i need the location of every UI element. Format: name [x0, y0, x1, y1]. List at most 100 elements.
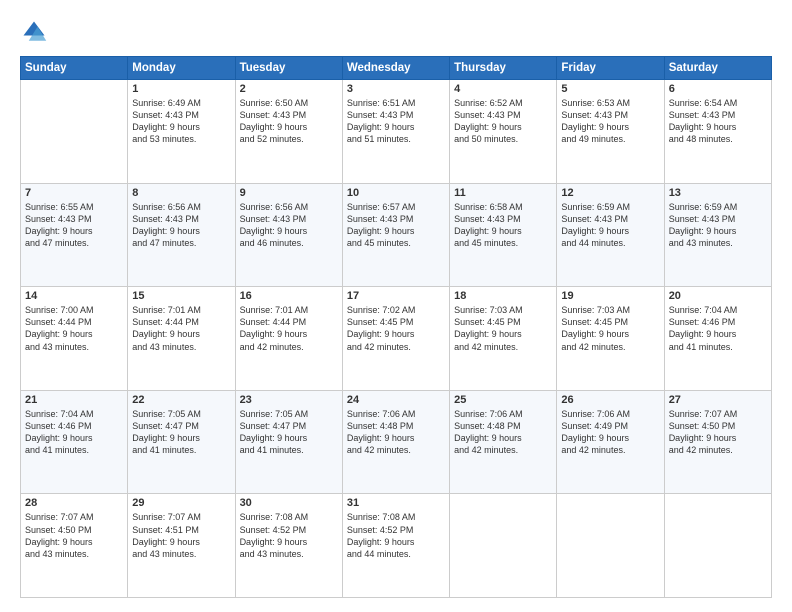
calendar-cell — [450, 494, 557, 598]
calendar-body: 1 Sunrise: 6:49 AM Sunset: 4:43 PM Daylig… — [21, 80, 772, 598]
day-number: 8 — [132, 187, 230, 199]
cell-info: Sunrise: 6:57 AM Sunset: 4:43 PM Dayligh… — [347, 201, 445, 250]
cell-info: Sunrise: 6:52 AM Sunset: 4:43 PM Dayligh… — [454, 97, 552, 146]
cell-info: Sunrise: 7:05 AM Sunset: 4:47 PM Dayligh… — [240, 408, 338, 457]
weekday-header-tuesday: Tuesday — [235, 57, 342, 80]
cell-info: Sunrise: 7:08 AM Sunset: 4:52 PM Dayligh… — [240, 511, 338, 560]
cell-info: Sunrise: 7:06 AM Sunset: 4:49 PM Dayligh… — [561, 408, 659, 457]
cell-info: Sunrise: 7:02 AM Sunset: 4:45 PM Dayligh… — [347, 304, 445, 353]
calendar-week-2: 7Sunrise: 6:55 AM Sunset: 4:43 PM Daylig… — [21, 183, 772, 287]
cell-info: Sunrise: 7:04 AM Sunset: 4:46 PM Dayligh… — [25, 408, 123, 457]
calendar-week-1: 1 Sunrise: 6:49 AM Sunset: 4:43 PM Daylig… — [21, 80, 772, 184]
cell-info: Sunrise: 7:03 AM Sunset: 4:45 PM Dayligh… — [454, 304, 552, 353]
day-number: 2 — [240, 83, 338, 95]
day-number: 24 — [347, 394, 445, 406]
weekday-header-wednesday: Wednesday — [342, 57, 449, 80]
cell-info: Sunrise: 7:04 AM Sunset: 4:46 PM Dayligh… — [669, 304, 767, 353]
calendar-cell: 22 Sunrise: 7:05 AM Sunset: 4:47 PM Dayli… — [128, 390, 235, 494]
cell-info: Sunrise: 7:01 AM Sunset: 4:44 PM Dayligh… — [240, 304, 338, 353]
calendar-cell: 25 Sunrise: 7:06 AM Sunset: 4:48 PM Dayli… — [450, 390, 557, 494]
calendar-cell — [664, 494, 771, 598]
day-number: 16 — [240, 290, 338, 302]
calendar-cell — [21, 80, 128, 184]
calendar-cell: 5 Sunrise: 6:53 AM Sunset: 4:43 PM Daylig… — [557, 80, 664, 184]
day-number: 21 — [25, 394, 123, 406]
calendar-cell: 28Sunrise: 7:07 AM Sunset: 4:50 PM Dayli… — [21, 494, 128, 598]
calendar-table: SundayMondayTuesdayWednesdayThursdayFrid… — [20, 56, 772, 598]
cell-info: Sunrise: 7:07 AM Sunset: 4:50 PM Dayligh… — [669, 408, 767, 457]
calendar-cell: 24 Sunrise: 7:06 AM Sunset: 4:48 PM Dayli… — [342, 390, 449, 494]
cell-info: Sunrise: 7:06 AM Sunset: 4:48 PM Dayligh… — [454, 408, 552, 457]
calendar-cell: 6 Sunrise: 6:54 AM Sunset: 4:43 PM Daylig… — [664, 80, 771, 184]
logo-icon — [20, 18, 48, 46]
cell-info: Sunrise: 7:06 AM Sunset: 4:48 PM Dayligh… — [347, 408, 445, 457]
day-number: 26 — [561, 394, 659, 406]
logo — [20, 18, 54, 46]
calendar-cell: 12Sunrise: 6:59 AM Sunset: 4:43 PM Dayli… — [557, 183, 664, 287]
cell-info: Sunrise: 6:51 AM Sunset: 4:43 PM Dayligh… — [347, 97, 445, 146]
day-number: 1 — [132, 83, 230, 95]
day-number: 19 — [561, 290, 659, 302]
day-number: 6 — [669, 83, 767, 95]
calendar-cell: 20Sunrise: 7:04 AM Sunset: 4:46 PM Dayli… — [664, 287, 771, 391]
calendar-cell: 21 Sunrise: 7:04 AM Sunset: 4:46 PM Dayli… — [21, 390, 128, 494]
weekday-header-sunday: Sunday — [21, 57, 128, 80]
calendar-week-3: 14Sunrise: 7:00 AM Sunset: 4:44 PM Dayli… — [21, 287, 772, 391]
cell-info: Sunrise: 6:54 AM Sunset: 4:43 PM Dayligh… — [669, 97, 767, 146]
weekday-header-friday: Friday — [557, 57, 664, 80]
calendar-cell: 29 Sunrise: 7:07 AM Sunset: 4:51 PM Dayli… — [128, 494, 235, 598]
cell-info: Sunrise: 6:53 AM Sunset: 4:43 PM Dayligh… — [561, 97, 659, 146]
header — [20, 18, 772, 46]
cell-info: Sunrise: 7:01 AM Sunset: 4:44 PM Dayligh… — [132, 304, 230, 353]
calendar-week-5: 28Sunrise: 7:07 AM Sunset: 4:50 PM Dayli… — [21, 494, 772, 598]
calendar-cell: 10 Sunrise: 6:57 AM Sunset: 4:43 PM Dayli… — [342, 183, 449, 287]
page: SundayMondayTuesdayWednesdayThursdayFrid… — [0, 0, 792, 612]
calendar-cell: 15 Sunrise: 7:01 AM Sunset: 4:44 PM Dayli… — [128, 287, 235, 391]
calendar-week-4: 21 Sunrise: 7:04 AM Sunset: 4:46 PM Dayli… — [21, 390, 772, 494]
calendar-cell: 30 Sunrise: 7:08 AM Sunset: 4:52 PM Dayli… — [235, 494, 342, 598]
calendar-header: SundayMondayTuesdayWednesdayThursdayFrid… — [21, 57, 772, 80]
day-number: 29 — [132, 497, 230, 509]
cell-info: Sunrise: 7:05 AM Sunset: 4:47 PM Dayligh… — [132, 408, 230, 457]
day-number: 22 — [132, 394, 230, 406]
day-number: 17 — [347, 290, 445, 302]
calendar-cell: 26 Sunrise: 7:06 AM Sunset: 4:49 PM Dayli… — [557, 390, 664, 494]
day-number: 12 — [561, 187, 659, 199]
calendar-cell: 3Sunrise: 6:51 AM Sunset: 4:43 PM Daylig… — [342, 80, 449, 184]
calendar-cell: 18Sunrise: 7:03 AM Sunset: 4:45 PM Dayli… — [450, 287, 557, 391]
weekday-header-thursday: Thursday — [450, 57, 557, 80]
day-number: 31 — [347, 497, 445, 509]
day-number: 4 — [454, 83, 552, 95]
day-number: 23 — [240, 394, 338, 406]
cell-info: Sunrise: 7:03 AM Sunset: 4:45 PM Dayligh… — [561, 304, 659, 353]
day-number: 10 — [347, 187, 445, 199]
calendar-cell: 17 Sunrise: 7:02 AM Sunset: 4:45 PM Dayli… — [342, 287, 449, 391]
calendar-cell: 27Sunrise: 7:07 AM Sunset: 4:50 PM Dayli… — [664, 390, 771, 494]
day-number: 9 — [240, 187, 338, 199]
calendar-cell: 23 Sunrise: 7:05 AM Sunset: 4:47 PM Dayli… — [235, 390, 342, 494]
day-number: 11 — [454, 187, 552, 199]
weekday-header-saturday: Saturday — [664, 57, 771, 80]
weekday-header-monday: Monday — [128, 57, 235, 80]
day-number: 13 — [669, 187, 767, 199]
calendar-cell: 7Sunrise: 6:55 AM Sunset: 4:43 PM Daylig… — [21, 183, 128, 287]
cell-info: Sunrise: 6:55 AM Sunset: 4:43 PM Dayligh… — [25, 201, 123, 250]
weekday-header-row: SundayMondayTuesdayWednesdayThursdayFrid… — [21, 57, 772, 80]
calendar-cell — [557, 494, 664, 598]
calendar-cell: 1 Sunrise: 6:49 AM Sunset: 4:43 PM Daylig… — [128, 80, 235, 184]
calendar-cell: 2Sunrise: 6:50 AM Sunset: 4:43 PM Daylig… — [235, 80, 342, 184]
day-number: 15 — [132, 290, 230, 302]
calendar-cell: 13Sunrise: 6:59 AM Sunset: 4:43 PM Dayli… — [664, 183, 771, 287]
calendar-cell: 11Sunrise: 6:58 AM Sunset: 4:43 PM Dayli… — [450, 183, 557, 287]
calendar-cell: 19 Sunrise: 7:03 AM Sunset: 4:45 PM Dayli… — [557, 287, 664, 391]
cell-info: Sunrise: 7:07 AM Sunset: 4:51 PM Dayligh… — [132, 511, 230, 560]
day-number: 28 — [25, 497, 123, 509]
cell-info: Sunrise: 6:56 AM Sunset: 4:43 PM Dayligh… — [132, 201, 230, 250]
cell-info: Sunrise: 6:56 AM Sunset: 4:43 PM Dayligh… — [240, 201, 338, 250]
day-number: 5 — [561, 83, 659, 95]
day-number: 30 — [240, 497, 338, 509]
day-number: 25 — [454, 394, 552, 406]
cell-info: Sunrise: 6:49 AM Sunset: 4:43 PM Dayligh… — [132, 97, 230, 146]
calendar-cell: 16 Sunrise: 7:01 AM Sunset: 4:44 PM Dayli… — [235, 287, 342, 391]
calendar-cell: 14Sunrise: 7:00 AM Sunset: 4:44 PM Dayli… — [21, 287, 128, 391]
